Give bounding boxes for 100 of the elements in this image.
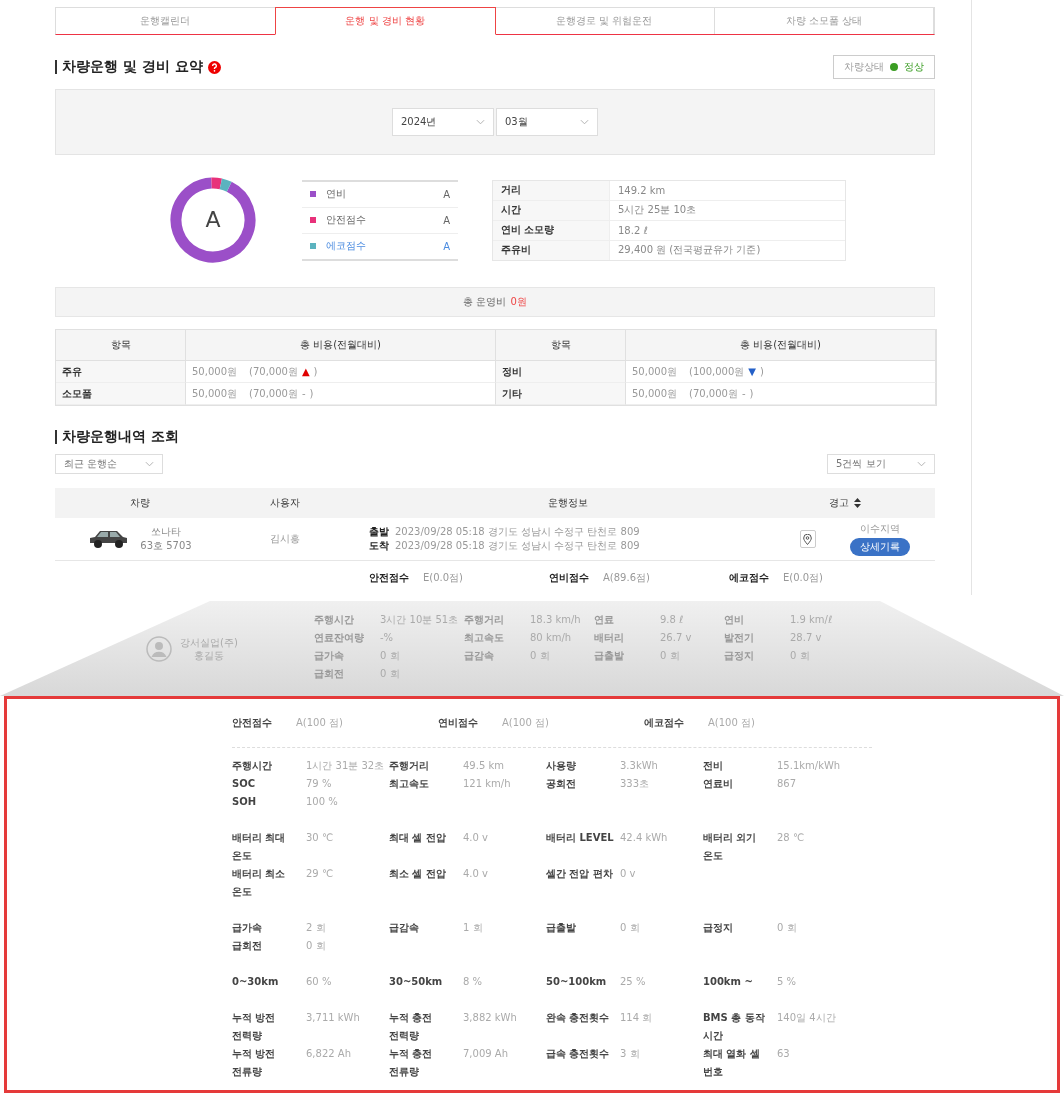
status-label: 차량상태 <box>844 60 884 74</box>
total-label: 총 운영비 <box>463 295 507 309</box>
stat-label: 거리 <box>493 180 610 200</box>
stat-label: 급정지 <box>703 921 734 935</box>
stat-label: 전비 <box>703 759 724 773</box>
column-header: 항목 <box>56 330 186 361</box>
caret-icon <box>580 119 589 125</box>
stat-label: 공회전 <box>546 777 577 791</box>
stat-label: 0~30km <box>232 975 280 989</box>
depart-label: 출발 <box>369 526 389 537</box>
amount-text: 50,000원 <box>632 364 677 379</box>
amount-text: 50,000원 <box>632 386 677 401</box>
score-value: A(89.6점) <box>603 571 650 585</box>
stat-value: 63 <box>777 1047 790 1061</box>
amount-text: 50,000원 <box>192 364 237 379</box>
score-label: 에코점수 <box>644 716 684 730</box>
status-value: 정상 <box>904 60 924 74</box>
depart-info: 2023/09/28 05:18 경기도 성남시 수정구 탄천로 809 <box>395 526 640 537</box>
stat-label: BMS 총 동작 시간 <box>703 1011 766 1043</box>
column-header[interactable]: 경고 <box>829 496 849 510</box>
tab[interactable]: 차량 소모품 상태 <box>714 8 934 34</box>
legend-label: 연비 <box>326 187 347 201</box>
arrive-info: 2023/09/28 05:18 경기도 성남시 수정구 탄천로 809 <box>395 540 640 551</box>
stat-label: 누적 충전 전류량 <box>389 1047 434 1079</box>
caret-icon <box>476 119 485 125</box>
stat-value: 30 ℃ <box>306 831 334 845</box>
help-icon[interactable] <box>207 60 221 74</box>
stat-value: 28 ℃ <box>777 831 805 845</box>
table-cell: 정비 <box>496 361 626 383</box>
stat-label: 50~100km <box>546 975 608 989</box>
page-size-select[interactable]: 5건씩 보기 <box>827 454 935 474</box>
stat-value: 1 회 <box>463 921 483 935</box>
stat-label: 연료잔여량 <box>314 631 365 644</box>
score-value: E(0.0점) <box>423 571 464 585</box>
score-label: 안전점수 <box>232 716 272 730</box>
stat-value: 1시간 31분 32초 <box>306 759 385 773</box>
stat-value: 60 % <box>306 975 332 989</box>
stat-label: 급감속 <box>389 921 420 935</box>
column-header: 사용자 <box>270 496 300 510</box>
stat-value: 3 회 <box>620 1047 640 1061</box>
stat-label: 누적 충전 전력량 <box>389 1011 434 1043</box>
stat-label: 주행거리 <box>464 613 505 626</box>
stat-label: 급회전 <box>232 939 263 953</box>
stat-value: 1.9 km/ℓ <box>790 613 833 626</box>
month-select[interactable]: 03월 <box>496 108 598 136</box>
previous-amount: (70,000원 <box>249 386 298 401</box>
caret-icon <box>145 461 154 467</box>
amount-text: 50,000원 <box>192 386 237 401</box>
map-pin-button[interactable] <box>799 530 816 548</box>
stat-label: 급출발 <box>594 649 625 662</box>
score-label: 안전점수 <box>369 571 409 585</box>
stat-value: 333초 <box>620 777 650 791</box>
stat-value: 18.3 km/h <box>530 613 581 626</box>
legend-grade: A <box>443 240 450 252</box>
score-label: 에코점수 <box>729 571 769 585</box>
stat-value: 5시간 25분 10초 <box>617 203 697 217</box>
stat-value: 42.4 kWh <box>620 831 668 845</box>
legend-item[interactable]: 에코점수 A <box>302 233 458 259</box>
stat-value: 80 km/h <box>530 631 572 644</box>
sort-icon[interactable] <box>854 498 861 508</box>
caret-icon <box>917 461 926 467</box>
column-header: 차량 <box>130 496 150 510</box>
paren-text: ) <box>749 388 754 399</box>
stat-label: 급가속 <box>314 649 345 662</box>
tab[interactable]: 운행 및 경비 현황 <box>274 7 496 35</box>
status-dot-icon <box>890 63 898 71</box>
stat-label: SOH <box>232 795 258 809</box>
year-select[interactable]: 2024년 <box>392 108 494 136</box>
trend-indicator: - <box>301 388 306 399</box>
section-title: 차량운행내역 조회 <box>62 428 179 446</box>
score-value: A(100 점) <box>502 716 549 730</box>
paren-text: ) <box>759 366 764 377</box>
score-label: 연비점수 <box>438 716 478 730</box>
stat-label: 누적 방전 전력량 <box>232 1011 277 1043</box>
trend-indicator: ▲ <box>301 366 310 377</box>
stat-value: 121 km/h <box>463 777 511 791</box>
stat-value: 3,882 kWh <box>463 1011 517 1025</box>
stat-label: 주행시간 <box>314 613 355 626</box>
plate-number: 63호 5703 <box>140 539 192 553</box>
legend-item[interactable]: 연비 A <box>302 181 458 208</box>
sort-select[interactable]: 최근 운행순 <box>55 454 163 474</box>
stat-label: 최대 셀 전압 <box>389 831 447 845</box>
column-header: 운행정보 <box>547 496 588 510</box>
stat-label: 연료비 <box>703 777 734 791</box>
legend-item[interactable]: 안전점수 A <box>302 207 458 234</box>
legend-grade: A <box>443 214 450 226</box>
stat-value: 867 <box>777 777 797 791</box>
tab[interactable]: 운행경로 및 위험운전 <box>495 8 715 34</box>
score-label: 연비점수 <box>549 571 589 585</box>
stat-value: 114 회 <box>620 1011 653 1025</box>
stat-label: 최고속도 <box>464 631 505 644</box>
column-header: 총 비용(전월대비) <box>626 330 936 361</box>
table-cell: 주유 <box>56 361 186 383</box>
detail-button[interactable]: 상세기록 <box>850 538 910 556</box>
stat-value: -% <box>380 631 394 644</box>
stat-label: 연비 <box>724 613 745 626</box>
stat-label: 최대 열화 셀 번호 <box>703 1047 761 1079</box>
stat-label: 급정지 <box>724 649 755 662</box>
car-model: 쏘나타 <box>151 525 181 539</box>
stat-label: 연료 <box>594 613 615 626</box>
